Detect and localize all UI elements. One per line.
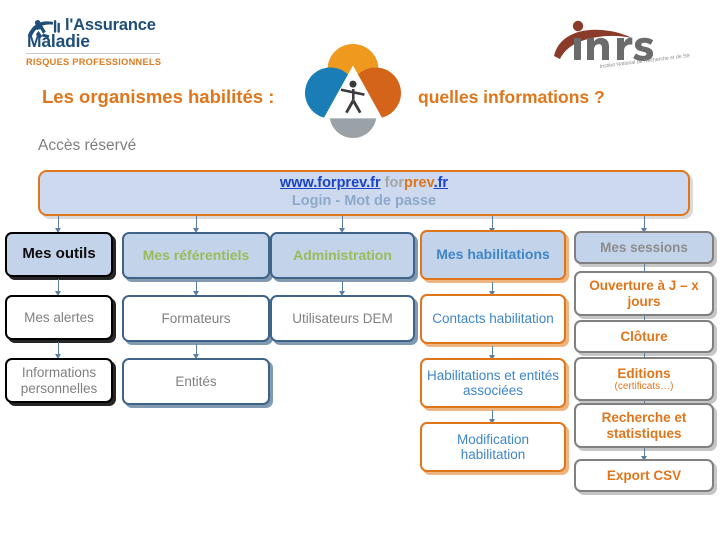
- node-editions[interactable]: Editions (certificats…): [574, 357, 714, 401]
- node-export-csv[interactable]: Export CSV: [574, 459, 714, 492]
- node-recherche-statistiques[interactable]: Recherche et statistiques: [574, 403, 714, 448]
- node-label: Mes habilitations: [436, 246, 550, 263]
- url-for: for: [384, 175, 405, 192]
- node-mes-referentiels[interactable]: Mes référentiels: [122, 232, 270, 279]
- node-label: Recherche et statistiques: [601, 410, 687, 441]
- editions-note: (certificats…): [614, 380, 674, 392]
- page-title-right: quelles informations ?: [418, 87, 605, 107]
- node-label: Mes sessions: [600, 239, 688, 255]
- url-banner[interactable]: www.forprev.fr forprev.fr Login - Mot de…: [38, 170, 690, 216]
- node-label: Administration: [293, 246, 392, 263]
- node-label: Clôture: [620, 328, 668, 344]
- node-mes-outils[interactable]: Mes outils: [5, 232, 113, 277]
- node-label: Editions: [617, 365, 671, 381]
- node-label: Mes outils: [22, 245, 96, 263]
- connector-sessions-ouverture: [644, 264, 646, 271]
- node-label: Ouverture à J – x jours: [589, 278, 699, 309]
- node-entites[interactable]: Entités: [122, 358, 270, 405]
- url-www[interactable]: www.forprev.fr: [280, 175, 381, 191]
- node-label: Export CSV: [606, 467, 682, 483]
- node-mes-alertes[interactable]: Mes alertes: [5, 295, 113, 340]
- node-informations-personnelles[interactable]: Informations personnelles: [5, 358, 113, 403]
- url-line: www.forprev.fr forprev.fr: [280, 175, 448, 192]
- node-modification-habilitation[interactable]: Modification habilitation: [420, 422, 566, 472]
- node-utilisateurs-dem[interactable]: Utilisateurs DEM: [270, 295, 415, 342]
- node-label: Entités: [175, 373, 217, 389]
- node-formateurs[interactable]: Formateurs: [122, 295, 270, 342]
- node-mes-habilitations[interactable]: Mes habilitations: [420, 230, 566, 280]
- node-label: Utilisateurs DEM: [292, 310, 393, 326]
- inrs-logo: Institut National de Recherche et de Séc…: [554, 20, 690, 70]
- node-label: Habilitations et entités associées: [426, 367, 560, 398]
- node-label: Mes référentiels: [142, 246, 250, 263]
- logo-divider: [26, 52, 160, 54]
- node-label: Mes alertes: [24, 309, 94, 325]
- assurance-logo-line2: Maladie: [27, 31, 90, 51]
- node-contacts-habilitation[interactable]: Contacts habilitation: [420, 294, 566, 344]
- url-prev: prev: [404, 175, 434, 192]
- node-label: Formateurs: [161, 310, 231, 326]
- forprev-emblem-icon: [305, 43, 401, 138]
- node-label: Informations personnelles: [20, 365, 98, 396]
- access-note: Accès réservé: [38, 137, 137, 154]
- node-label: Modification habilitation: [456, 431, 530, 462]
- node-administration[interactable]: Administration: [270, 232, 415, 279]
- url-fr[interactable]: .fr: [434, 175, 449, 191]
- node-label: Contacts habilitation: [432, 311, 554, 327]
- node-mes-sessions[interactable]: Mes sessions: [574, 231, 714, 264]
- assurance-maladie-logo: l'Assurance Maladie RISQUES PROFESSIONNE…: [26, 16, 176, 78]
- node-ouverture[interactable]: Ouverture à J – x jours: [574, 271, 714, 316]
- assurance-logo-subtitle: RISQUES PROFESSIONNELS: [26, 56, 162, 67]
- page-title-left: Les organismes habilités :: [42, 86, 275, 107]
- inrs-tagline: Institut National de Recherche et de Séc…: [600, 51, 690, 70]
- login-line: Login - Mot de passe: [291, 193, 437, 210]
- node-habilitations-entites-associees[interactable]: Habilitations et entités associées: [420, 358, 566, 408]
- node-cloture[interactable]: Clôture: [574, 320, 714, 353]
